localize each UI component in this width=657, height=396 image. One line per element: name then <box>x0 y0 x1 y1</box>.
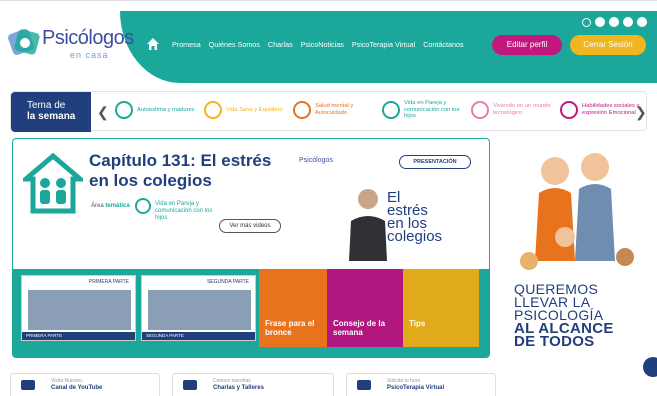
nav-charlas[interactable]: Charlas <box>268 40 293 49</box>
presentation-badge: PRESENTACIÓN <box>399 155 471 169</box>
tema-name: Vida en Pareja y comunicación con los hi… <box>155 201 213 221</box>
topic-icon <box>115 100 133 119</box>
content-row: PRIMERA PARTE PRIMERA PARTE SEGUNDA PART… <box>13 269 489 357</box>
video-title-line: colegios <box>387 228 443 245</box>
tema-label-line2: la semana <box>27 111 76 122</box>
tema-label: Tema de la semana <box>11 92 91 132</box>
topic-icon <box>382 100 400 119</box>
video-logo: Psicólogos <box>299 157 333 164</box>
part-video-2[interactable]: SEGUNDA PARTE SEGUNDA PARTE <box>141 275 256 341</box>
tips-tile[interactable]: Tips <box>403 269 479 347</box>
video-player[interactable]: Psicólogos PRESENTACIÓN El estrés en los… <box>295 151 475 261</box>
edit-profile-button[interactable]: Editar perfil <box>492 35 562 55</box>
topic-item[interactable]: Salud mental y Autocuidado <box>293 100 382 120</box>
family-illustration <box>520 153 634 270</box>
link-sub: Conoce nuestras <box>213 378 251 384</box>
link-title: Canal de YouTube <box>51 385 103 391</box>
brain-icon <box>8 29 40 55</box>
topic-icon <box>560 100 578 119</box>
nav-psiconoticias[interactable]: PsicoNoticias <box>301 40 344 49</box>
topic-label: Autoestima y madurez <box>137 106 195 113</box>
quote-tile[interactable]: Frase para el bronce <box>259 269 327 347</box>
tema-bar: Tema de la semana ❮ Autoestima y madurez… <box>10 91 649 132</box>
link-sub: Visita Nuestro <box>51 378 83 384</box>
nav-contactanos[interactable]: Contáctanos <box>423 40 463 49</box>
brand-name: Psicólogos <box>42 27 134 49</box>
tema-area: Área temática <box>91 203 130 209</box>
chevron-left-icon[interactable]: ❮ <box>97 104 109 121</box>
page: Psicólogos en casa Promesa Quiénes Somos… <box>0 0 657 396</box>
search-icon[interactable] <box>582 17 591 27</box>
nav-psicoterapia[interactable]: PsicoTerapia Virtual <box>352 40 415 49</box>
family-icon <box>135 198 151 214</box>
chevron-right-icon[interactable]: ❯ <box>635 104 647 121</box>
nav-promesa[interactable]: Promesa <box>172 40 201 49</box>
youtube-icon[interactable] <box>623 17 633 27</box>
brand-sub: en casa <box>70 50 109 60</box>
topic-label: Vida en Pareja y comunicación con los hi… <box>404 100 460 119</box>
twitter-icon[interactable] <box>637 17 647 27</box>
part-video-1[interactable]: PRIMERA PARTE PRIMERA PARTE <box>21 275 136 341</box>
bottom-links: Visita Nuestro Canal de YouTube Conoce nu… <box>10 373 496 396</box>
topic-item[interactable]: Viviendo en un mundo tecnológico <box>471 100 560 120</box>
topic-icon <box>204 100 222 119</box>
main-nav: Promesa Quiénes Somos Charlas PsicoNotic… <box>146 37 472 51</box>
video-title: El estrés en los colegios <box>387 190 443 245</box>
topic-label: Viviendo en un mundo tecnológico <box>493 103 551 116</box>
part-footer: PRIMERA PARTE <box>22 332 135 340</box>
chapter-card: Capítulo 131: El estrés en los colegios … <box>12 138 490 358</box>
chat-icon[interactable] <box>643 357 657 377</box>
youtube-link[interactable]: Visita Nuestro Canal de YouTube <box>10 373 160 396</box>
social-links <box>582 17 647 27</box>
logout-button[interactable]: Cerrar Sesión <box>570 35 646 55</box>
part-footer: SEGUNDA PARTE <box>142 332 255 340</box>
topic-item[interactable]: Vida Sana y Equilibrio <box>204 100 293 120</box>
tema-label-line1: Tema de <box>27 100 66 111</box>
home-icon[interactable] <box>146 37 160 51</box>
part-label: PRIMERA PARTE <box>88 279 129 285</box>
tile-label: Tips <box>409 319 426 328</box>
advice-tile[interactable]: Consejo de la semana <box>327 269 403 347</box>
facebook-icon[interactable] <box>609 17 619 27</box>
charlas-link[interactable]: Conoce nuestras Charlas y Talleres <box>172 373 334 396</box>
link-title: Charlas y Talleres <box>213 385 264 391</box>
instagram-icon[interactable] <box>595 17 605 27</box>
calendar-icon <box>357 380 371 390</box>
nav-quienes-somos[interactable]: Quiénes Somos <box>209 40 260 49</box>
more-videos-button[interactable]: Ver más videos <box>219 219 281 233</box>
tema-bold: temática <box>105 203 130 209</box>
chapter-title: Capítulo 131: El estrés en los colegios <box>89 151 272 190</box>
tile-label: Frase para el bronce <box>265 319 315 337</box>
topic-icon <box>293 100 311 119</box>
link-sub: Solicita tu hora <box>387 378 421 384</box>
topic-label: Vida Sana y Equilibrio <box>226 106 283 113</box>
video-thumbnail <box>28 290 131 330</box>
tema-prefix: Área <box>91 203 104 209</box>
tile-label: Consejo de la semana <box>333 319 386 337</box>
topic-icon <box>471 100 489 119</box>
topic-item[interactable]: Vida en Pareja y comunicación con los hi… <box>382 100 471 120</box>
presenter-image <box>349 189 387 261</box>
brand-logo[interactable]: Psicólogos en casa <box>8 23 134 63</box>
family-icon <box>23 153 83 214</box>
topic-label: Salud mental y Autocuidado <box>315 103 354 116</box>
part-label: SEGUNDA PARTE <box>206 279 249 285</box>
promo-slogan: QUEREMOS LLEVAR LA PSICOLOGÍA AL ALCANCE… <box>514 282 614 349</box>
link-title: PsicoTerapia Virtual <box>387 385 445 391</box>
youtube-icon <box>21 380 35 390</box>
topic-list: Autoestima y madurez Vida Sana y Equilib… <box>115 100 649 120</box>
topic-item[interactable]: Autoestima y madurez <box>115 100 204 120</box>
psicoterapia-link[interactable]: Solicita tu hora PsicoTerapia Virtual <box>346 373 496 396</box>
list-icon <box>183 380 197 390</box>
video-thumbnail <box>148 290 251 330</box>
